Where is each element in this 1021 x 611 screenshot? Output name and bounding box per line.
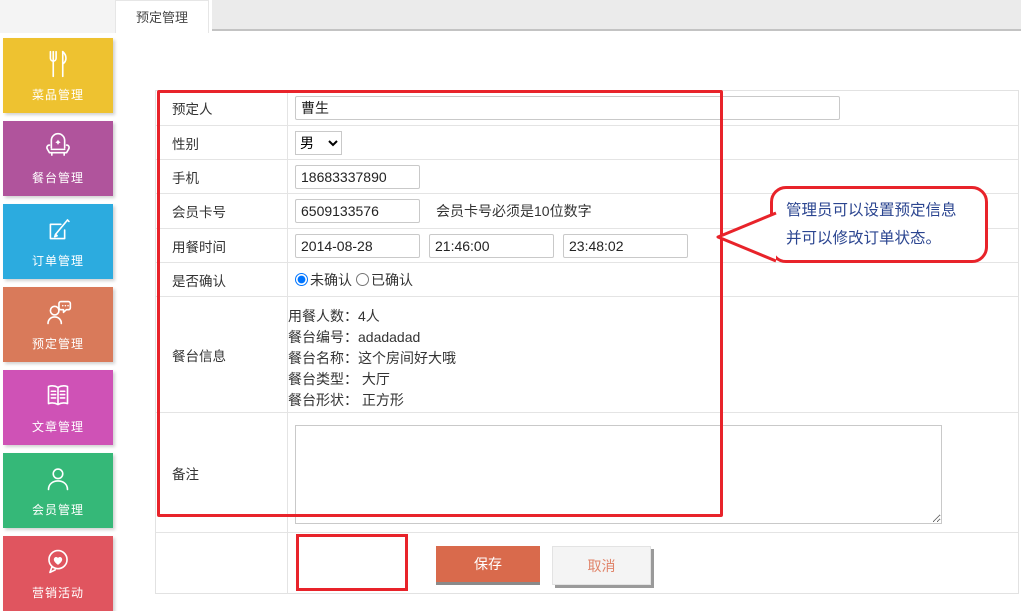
sidebar-item-dish-management[interactable]: 菜品管理 bbox=[3, 38, 113, 113]
field-label: 是否确认 bbox=[156, 263, 288, 296]
edit-icon bbox=[39, 211, 77, 249]
sidebar-item-label: 菜品管理 bbox=[32, 86, 84, 103]
sidebar-item-label: 会员管理 bbox=[32, 501, 84, 518]
sidebar-item-label: 餐台管理 bbox=[32, 169, 84, 186]
phone-input[interactable] bbox=[295, 165, 420, 189]
armchair-icon bbox=[39, 128, 77, 166]
tabbar-left-strip bbox=[0, 0, 115, 33]
table-info-type: 餐台类型： 大厅 bbox=[288, 369, 390, 390]
sidebar-item-order-management[interactable]: 订单管理 bbox=[3, 204, 113, 279]
table-info-number: 餐台编号：adadadad bbox=[288, 327, 420, 348]
sidebar-item-table-management[interactable]: 餐台管理 bbox=[3, 121, 113, 196]
field-label: 手机 bbox=[156, 160, 288, 193]
fork-knife-icon bbox=[39, 45, 77, 83]
radio-label: 已确认 bbox=[371, 270, 413, 290]
annotation-callout: 管理员可以设置预定信息 并可以修改订单状态。 bbox=[770, 186, 988, 263]
radio-label: 未确认 bbox=[310, 270, 352, 290]
sidebar-item-label: 订单管理 bbox=[32, 252, 84, 269]
reservation-form: 预定人 性别 男 手机 会员卡号 会员卡号必须是10位数字 用餐时间 bbox=[155, 90, 1019, 594]
sidebar-item-marketing-activity[interactable]: 营销活动 bbox=[3, 536, 113, 611]
annotation-line: 管理员可以设置预定信息 bbox=[786, 197, 985, 225]
member-icon bbox=[39, 460, 77, 498]
radio-confirmed[interactable]: 已确认 bbox=[356, 270, 413, 290]
reserver-input[interactable] bbox=[295, 96, 840, 120]
sidebar-item-label: 文章管理 bbox=[32, 418, 84, 435]
radio-unconfirmed[interactable]: 未确认 bbox=[295, 270, 352, 290]
form-row-remark: 备注 bbox=[156, 413, 1018, 533]
dining-time-end-input[interactable] bbox=[563, 234, 688, 258]
cancel-button[interactable]: 取消 bbox=[552, 546, 651, 585]
field-label: 预定人 bbox=[156, 91, 288, 125]
form-row-gender: 性别 男 bbox=[156, 126, 1018, 160]
tab-bar bbox=[212, 0, 1021, 31]
table-info-guests: 用餐人数：4人 bbox=[288, 306, 380, 327]
sidebar-item-article-management[interactable]: 文章管理 bbox=[3, 370, 113, 445]
field-label: 会员卡号 bbox=[156, 194, 288, 228]
sidebar-item-label: 预定管理 bbox=[32, 335, 84, 352]
form-row-table-info: 餐台信息 用餐人数：4人 餐台编号：adadadad 餐台名称：这个房间好大哦 … bbox=[156, 297, 1018, 413]
person-chat-icon bbox=[39, 294, 77, 332]
member-card-input[interactable] bbox=[295, 199, 420, 223]
heart-bubble-icon bbox=[39, 543, 77, 581]
remark-textarea[interactable] bbox=[295, 425, 942, 524]
form-row-actions: 保存 取消 bbox=[156, 533, 1018, 593]
dining-time-start-input[interactable] bbox=[429, 234, 554, 258]
empty-label-cell bbox=[156, 533, 288, 593]
member-card-hint: 会员卡号必须是10位数字 bbox=[436, 201, 592, 221]
sidebar-item-reservation-management[interactable]: 预定管理 bbox=[3, 287, 113, 362]
save-button[interactable]: 保存 bbox=[436, 546, 540, 585]
radio-confirmed-input[interactable] bbox=[356, 273, 369, 286]
field-label: 用餐时间 bbox=[156, 229, 288, 262]
field-label: 备注 bbox=[156, 413, 288, 532]
table-info-name: 餐台名称：这个房间好大哦 bbox=[288, 348, 456, 369]
form-row-reserver: 预定人 bbox=[156, 91, 1018, 126]
sidebar-item-member-management[interactable]: 会员管理 bbox=[3, 453, 113, 528]
field-label: 性别 bbox=[156, 126, 288, 159]
sidebar-item-label: 营销活动 bbox=[32, 584, 84, 601]
gender-select[interactable]: 男 bbox=[295, 131, 342, 155]
field-label: 餐台信息 bbox=[156, 297, 288, 412]
table-info-shape: 餐台形状： 正方形 bbox=[288, 390, 404, 411]
dining-date-input[interactable] bbox=[295, 234, 420, 258]
tab-reservation-management[interactable]: 预定管理 bbox=[115, 0, 209, 33]
form-row-confirm: 是否确认 未确认 已确认 bbox=[156, 263, 1018, 297]
annotation-line: 并可以修改订单状态。 bbox=[786, 225, 985, 253]
book-icon bbox=[39, 377, 77, 415]
radio-unconfirmed-input[interactable] bbox=[295, 273, 308, 286]
